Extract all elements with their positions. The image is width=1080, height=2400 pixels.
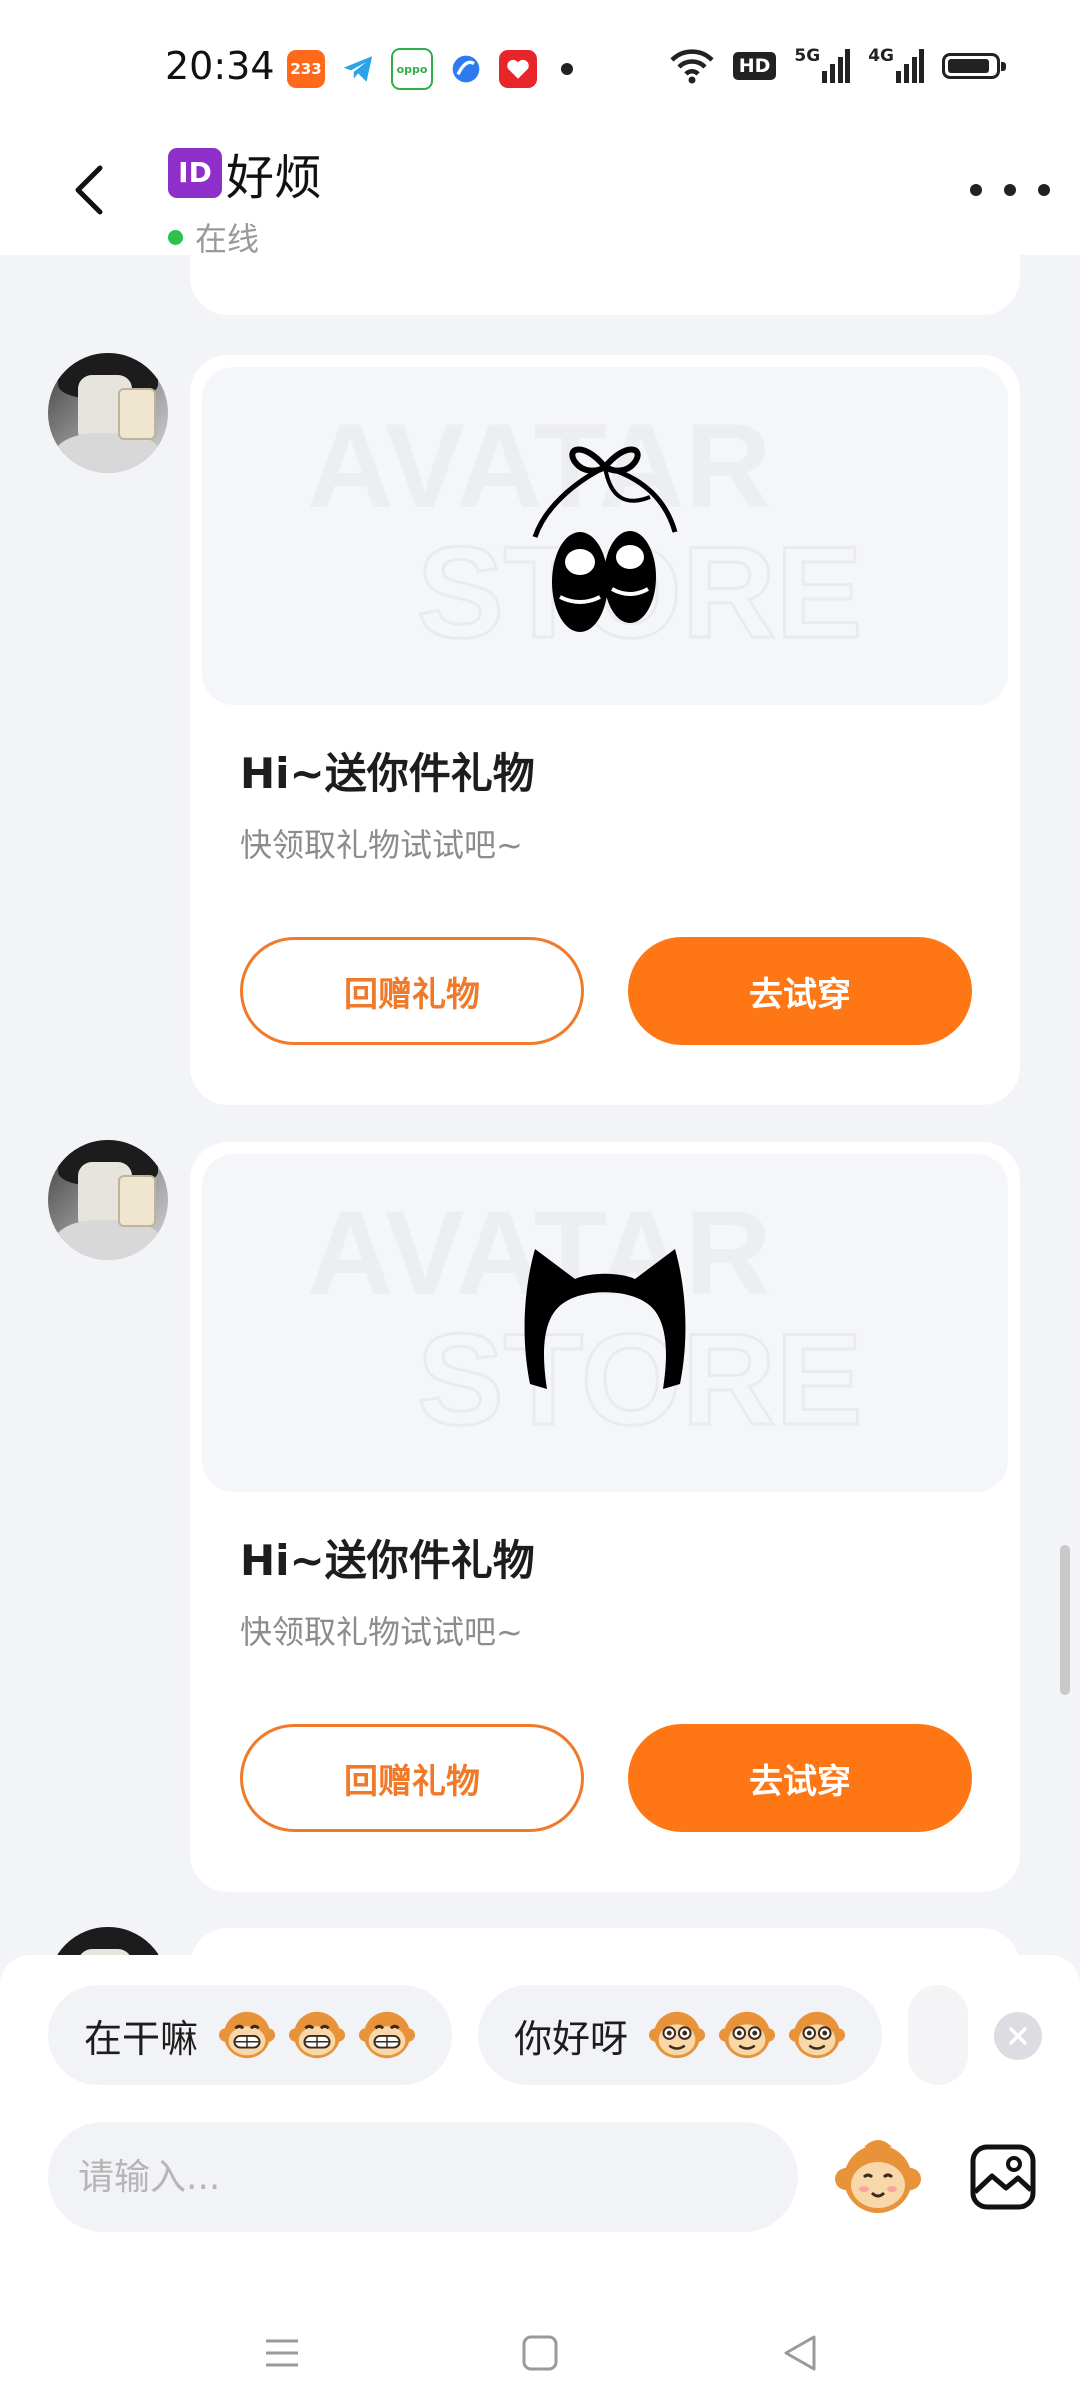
cat-ear-headband-icon <box>524 1249 686 1389</box>
message-input[interactable] <box>48 2122 798 2232</box>
gift-title: Hi~送你件礼物 <box>240 1536 535 1585</box>
square-icon <box>522 2335 558 2371</box>
back-button[interactable] <box>50 150 130 230</box>
wifi-icon <box>669 46 715 86</box>
sticker-button[interactable] <box>828 2122 928 2232</box>
grinning-monkey-icon <box>358 2011 416 2059</box>
home-button[interactable] <box>500 2323 580 2383</box>
grinning-monkey-icon <box>288 2011 346 2059</box>
system-icons: HD 5G 4G <box>669 46 1006 86</box>
quick-reply-chip[interactable]: 你好呀 <box>478 1985 883 2085</box>
monkey-mascot-icon <box>835 2140 921 2213</box>
return-gift-button[interactable]: 回赠礼物 <box>240 937 584 1045</box>
next-gift-card <box>190 1928 1020 1955</box>
composer <box>48 2122 1048 2232</box>
system-navigation-bar <box>0 2315 1080 2400</box>
more-options-button[interactable] <box>970 170 1050 210</box>
online-status-dot <box>168 229 183 245</box>
notification-icons: 233 oppo <box>287 48 573 90</box>
scrollbar[interactable] <box>1060 1545 1070 1695</box>
smiling-monkey-icon <box>788 2011 846 2059</box>
try-on-button[interactable]: 去试穿 <box>628 1724 972 1832</box>
recents-button[interactable] <box>242 2323 322 2383</box>
quick-reply-chip-partial[interactable] <box>908 1985 969 2085</box>
online-status-text: 在线 <box>195 220 260 258</box>
quick-reply-chip[interactable]: 在干嘛 <box>48 1985 453 2085</box>
sender-avatar[interactable] <box>48 353 168 473</box>
gift-message-card: AVATAR STORE Hi~送你件礼物 快领取礼物试试吧~ 回赠礼物 去试穿 <box>190 355 1020 1105</box>
gift-message-card: AVATAR STORE Hi~送你件礼物 快领取礼物试试吧~ 回赠礼物 去试穿 <box>190 1142 1020 1892</box>
back-nav-button[interactable] <box>760 2323 840 2383</box>
image-picker-button[interactable] <box>958 2132 1048 2222</box>
menu-lines-icon <box>266 2339 298 2367</box>
quick-replies: 在干嘛 你好呀 <box>48 1985 998 2085</box>
try-on-button[interactable]: 去试穿 <box>628 937 972 1045</box>
heart-app-icon <box>499 50 537 88</box>
gift-subtitle: 快领取礼物试试吧~ <box>240 1613 523 1651</box>
telegram-icon <box>339 50 377 88</box>
gift-subtitle: 快领取礼物试试吧~ <box>240 826 523 864</box>
signal-5g-icon: 5G <box>794 46 851 86</box>
image-icon <box>970 2144 1036 2210</box>
id-emoji-badge: ID <box>168 148 222 198</box>
chat-messages[interactable]: AVATAR STORE Hi~送你件礼物 快领取礼物试试吧~ 回赠礼物 去试穿 <box>0 255 1080 1955</box>
chat-title: 好烦 <box>226 150 323 206</box>
sender-avatar[interactable] <box>48 1927 168 1955</box>
hd-voice-icon: HD <box>732 46 777 86</box>
chat-title-block[interactable]: ID 好烦 在线 <box>168 138 322 260</box>
bottom-panel: 在干嘛 你好呀 <box>0 1955 1080 2400</box>
gift-title: Hi~送你件礼物 <box>240 749 535 798</box>
close-quick-replies-button[interactable] <box>994 2012 1042 2060</box>
smiling-monkey-icon <box>718 2011 776 2059</box>
triangle-back-icon <box>784 2335 816 2371</box>
quick-reply-text: 你好呀 <box>514 2016 629 2061</box>
oppo-icon: oppo <box>391 48 433 90</box>
previous-gift-card <box>190 255 1020 315</box>
ballet-shoes-icon <box>532 446 678 632</box>
more-horizontal-icon <box>970 184 982 196</box>
chevron-left-icon <box>75 165 103 215</box>
smiling-monkey-icon <box>648 2011 706 2059</box>
battery-icon <box>942 46 1006 86</box>
chat-header: ID 好烦 在线 <box>0 130 1080 258</box>
grinning-monkey-icon <box>218 2011 276 2059</box>
gift-preview[interactable]: AVATAR STORE <box>202 367 1008 705</box>
close-icon <box>1009 2027 1027 2045</box>
sender-avatar[interactable] <box>48 1140 168 1260</box>
status-bar: 20:34 233 oppo HD 5G 4G <box>0 0 1080 130</box>
more-notifications-dot <box>561 63 573 75</box>
233-app-icon: 233 <box>287 50 325 88</box>
return-gift-button[interactable]: 回赠礼物 <box>240 1724 584 1832</box>
quick-reply-text: 在干嘛 <box>84 2016 199 2061</box>
status-time: 20:34 <box>165 44 275 88</box>
gift-preview[interactable]: AVATAR STORE <box>202 1154 1008 1492</box>
browser-icon <box>447 50 485 88</box>
signal-4g-icon: 4G <box>868 46 924 86</box>
